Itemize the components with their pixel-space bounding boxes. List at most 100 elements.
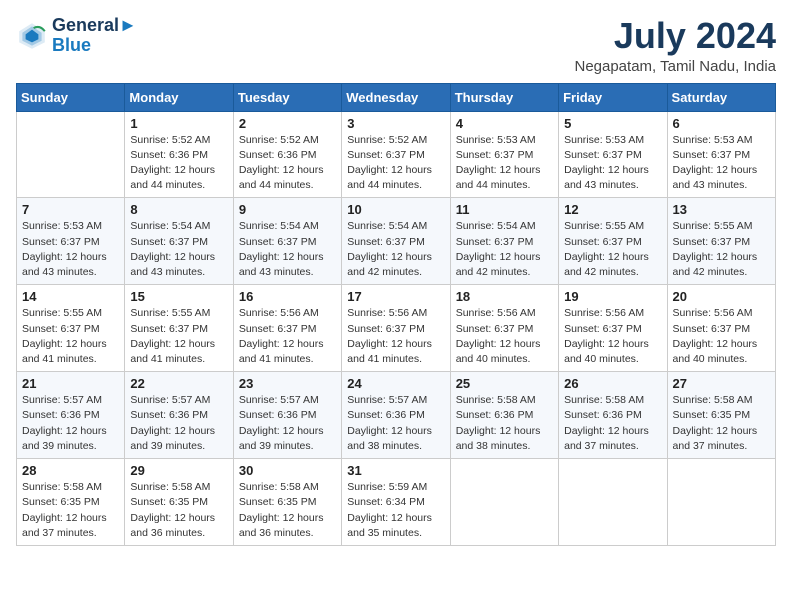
column-header-friday: Friday [559, 83, 667, 111]
calendar-cell: 28 Sunrise: 5:58 AM Sunset: 6:35 PM Dayli… [17, 459, 125, 546]
day-number: 10 [347, 202, 444, 217]
day-info: Sunrise: 5:58 AM Sunset: 6:36 PM Dayligh… [456, 393, 553, 454]
day-info: Sunrise: 5:54 AM Sunset: 6:37 PM Dayligh… [456, 219, 553, 280]
calendar-cell: 15 Sunrise: 5:55 AM Sunset: 6:37 PM Dayli… [125, 285, 233, 372]
calendar-cell: 7 Sunrise: 5:53 AM Sunset: 6:37 PM Daylig… [17, 198, 125, 285]
calendar-header-row: SundayMondayTuesdayWednesdayThursdayFrid… [17, 83, 776, 111]
column-header-wednesday: Wednesday [342, 83, 450, 111]
day-number: 12 [564, 202, 661, 217]
column-header-thursday: Thursday [450, 83, 558, 111]
day-number: 30 [239, 463, 336, 478]
day-info: Sunrise: 5:58 AM Sunset: 6:35 PM Dayligh… [673, 393, 770, 454]
day-number: 23 [239, 376, 336, 391]
calendar-cell [667, 459, 775, 546]
day-number: 18 [456, 289, 553, 304]
day-info: Sunrise: 5:57 AM Sunset: 6:36 PM Dayligh… [347, 393, 444, 454]
week-row-5: 28 Sunrise: 5:58 AM Sunset: 6:35 PM Dayli… [17, 459, 776, 546]
day-info: Sunrise: 5:52 AM Sunset: 6:36 PM Dayligh… [130, 133, 227, 194]
calendar-cell: 2Sunrise: 5:52 AM Sunset: 6:36 PM Daylig… [233, 111, 341, 198]
day-info: Sunrise: 5:53 AM Sunset: 6:37 PM Dayligh… [22, 219, 119, 280]
day-number: 4 [456, 116, 553, 131]
week-row-2: 7 Sunrise: 5:53 AM Sunset: 6:37 PM Daylig… [17, 198, 776, 285]
column-header-sunday: Sunday [17, 83, 125, 111]
calendar-cell: 6 Sunrise: 5:53 AM Sunset: 6:37 PM Daylig… [667, 111, 775, 198]
calendar-cell: 29 Sunrise: 5:58 AM Sunset: 6:35 PM Dayli… [125, 459, 233, 546]
calendar-cell: 18 Sunrise: 5:56 AM Sunset: 6:37 PM Dayli… [450, 285, 558, 372]
day-number: 24 [347, 376, 444, 391]
day-info: Sunrise: 5:57 AM Sunset: 6:36 PM Dayligh… [22, 393, 119, 454]
calendar-table: SundayMondayTuesdayWednesdayThursdayFrid… [16, 83, 776, 546]
day-info: Sunrise: 5:52 AM Sunset: 6:37 PM Dayligh… [347, 133, 444, 194]
column-header-saturday: Saturday [667, 83, 775, 111]
calendar-cell: 27 Sunrise: 5:58 AM Sunset: 6:35 PM Dayli… [667, 372, 775, 459]
calendar-cell: 4 Sunrise: 5:53 AM Sunset: 6:37 PM Daylig… [450, 111, 558, 198]
calendar-cell: 31 Sunrise: 5:59 AM Sunset: 6:34 PM Dayli… [342, 459, 450, 546]
day-info: Sunrise: 5:53 AM Sunset: 6:37 PM Dayligh… [673, 133, 770, 194]
day-info: Sunrise: 5:58 AM Sunset: 6:35 PM Dayligh… [130, 480, 227, 541]
day-info: Sunrise: 5:58 AM Sunset: 6:35 PM Dayligh… [22, 480, 119, 541]
day-number: 25 [456, 376, 553, 391]
day-number: 1 [130, 116, 227, 131]
calendar-cell: 22 Sunrise: 5:57 AM Sunset: 6:36 PM Dayli… [125, 372, 233, 459]
logo: General► Blue [16, 16, 137, 56]
calendar-cell: 26 Sunrise: 5:58 AM Sunset: 6:36 PM Dayli… [559, 372, 667, 459]
day-info: Sunrise: 5:55 AM Sunset: 6:37 PM Dayligh… [564, 219, 661, 280]
day-info: Sunrise: 5:54 AM Sunset: 6:37 PM Dayligh… [239, 219, 336, 280]
day-number: 26 [564, 376, 661, 391]
day-info: Sunrise: 5:55 AM Sunset: 6:37 PM Dayligh… [130, 306, 227, 367]
day-number: 13 [673, 202, 770, 217]
column-header-monday: Monday [125, 83, 233, 111]
day-number: 2 [239, 116, 336, 131]
calendar-cell: 21 Sunrise: 5:57 AM Sunset: 6:36 PM Dayli… [17, 372, 125, 459]
calendar-cell: 24 Sunrise: 5:57 AM Sunset: 6:36 PM Dayli… [342, 372, 450, 459]
day-number: 27 [673, 376, 770, 391]
day-number: 9 [239, 202, 336, 217]
day-number: 3 [347, 116, 444, 131]
week-row-3: 14 Sunrise: 5:55 AM Sunset: 6:37 PM Dayli… [17, 285, 776, 372]
day-info: Sunrise: 5:54 AM Sunset: 6:37 PM Dayligh… [347, 219, 444, 280]
calendar-cell: 25 Sunrise: 5:58 AM Sunset: 6:36 PM Dayli… [450, 372, 558, 459]
calendar-cell: 12 Sunrise: 5:55 AM Sunset: 6:37 PM Dayli… [559, 198, 667, 285]
day-number: 19 [564, 289, 661, 304]
day-number: 21 [22, 376, 119, 391]
day-info: Sunrise: 5:58 AM Sunset: 6:36 PM Dayligh… [564, 393, 661, 454]
week-row-1: 1 Sunrise: 5:52 AM Sunset: 6:36 PM Daylig… [17, 111, 776, 198]
day-info: Sunrise: 5:53 AM Sunset: 6:37 PM Dayligh… [564, 133, 661, 194]
day-number: 8 [130, 202, 227, 217]
day-number: 14 [22, 289, 119, 304]
day-info: Sunrise: 5:57 AM Sunset: 6:36 PM Dayligh… [239, 393, 336, 454]
day-number: 11 [456, 202, 553, 217]
calendar-cell: 23 Sunrise: 5:57 AM Sunset: 6:36 PM Dayli… [233, 372, 341, 459]
day-number: 7 [22, 202, 119, 217]
calendar-cell: 3 Sunrise: 5:52 AM Sunset: 6:37 PM Daylig… [342, 111, 450, 198]
calendar-cell: 14 Sunrise: 5:55 AM Sunset: 6:37 PM Dayli… [17, 285, 125, 372]
day-number: 28 [22, 463, 119, 478]
calendar-cell: 13 Sunrise: 5:55 AM Sunset: 6:37 PM Dayli… [667, 198, 775, 285]
calendar-cell: 30 Sunrise: 5:58 AM Sunset: 6:35 PM Dayli… [233, 459, 341, 546]
week-row-4: 21 Sunrise: 5:57 AM Sunset: 6:36 PM Dayli… [17, 372, 776, 459]
day-info: Sunrise: 5:59 AM Sunset: 6:34 PM Dayligh… [347, 480, 444, 541]
day-info: Sunrise: 5:54 AM Sunset: 6:37 PM Dayligh… [130, 219, 227, 280]
calendar-cell: 5Sunrise: 5:53 AM Sunset: 6:37 PM Daylig… [559, 111, 667, 198]
day-info: Sunrise: 5:56 AM Sunset: 6:37 PM Dayligh… [673, 306, 770, 367]
day-info: Sunrise: 5:53 AM Sunset: 6:37 PM Dayligh… [456, 133, 553, 194]
day-info: Sunrise: 5:58 AM Sunset: 6:35 PM Dayligh… [239, 480, 336, 541]
day-number: 29 [130, 463, 227, 478]
day-info: Sunrise: 5:55 AM Sunset: 6:37 PM Dayligh… [673, 219, 770, 280]
day-number: 17 [347, 289, 444, 304]
day-info: Sunrise: 5:57 AM Sunset: 6:36 PM Dayligh… [130, 393, 227, 454]
day-info: Sunrise: 5:56 AM Sunset: 6:37 PM Dayligh… [239, 306, 336, 367]
day-number: 31 [347, 463, 444, 478]
day-info: Sunrise: 5:55 AM Sunset: 6:37 PM Dayligh… [22, 306, 119, 367]
day-number: 15 [130, 289, 227, 304]
day-number: 22 [130, 376, 227, 391]
calendar-cell: 9 Sunrise: 5:54 AM Sunset: 6:37 PM Daylig… [233, 198, 341, 285]
location: Negapatam, Tamil Nadu, India [574, 58, 776, 75]
calendar-cell: 19 Sunrise: 5:56 AM Sunset: 6:37 PM Dayli… [559, 285, 667, 372]
logo-icon [16, 20, 48, 52]
day-number: 6 [673, 116, 770, 131]
day-info: Sunrise: 5:56 AM Sunset: 6:37 PM Dayligh… [564, 306, 661, 367]
day-info: Sunrise: 5:56 AM Sunset: 6:37 PM Dayligh… [456, 306, 553, 367]
day-number: 20 [673, 289, 770, 304]
calendar-cell: 16Sunrise: 5:56 AM Sunset: 6:37 PM Dayli… [233, 285, 341, 372]
